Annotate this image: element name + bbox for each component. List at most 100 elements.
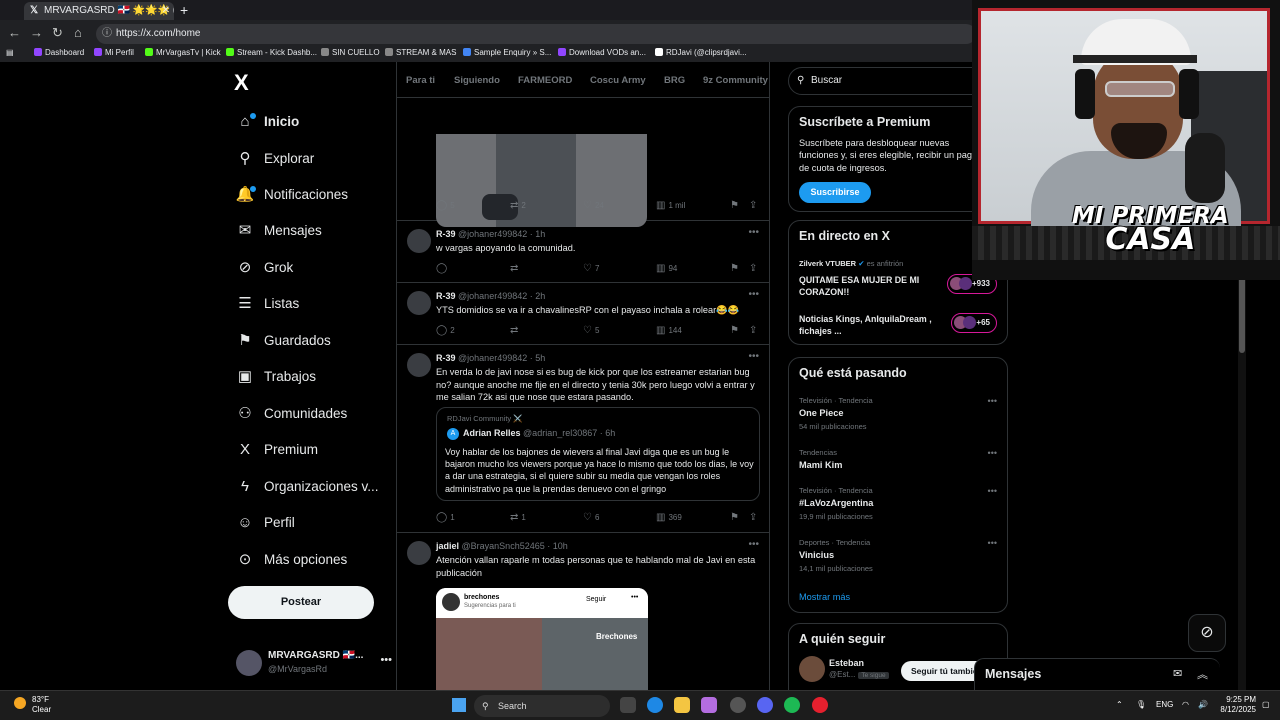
address-bar[interactable]: ⓘ https://x.com/home bbox=[96, 24, 976, 44]
subscribe-button[interactable]: Suscribirse bbox=[799, 182, 871, 203]
x-logo-icon[interactable]: X bbox=[234, 70, 249, 96]
bookmark-item[interactable]: Stream - Kick Dashb... bbox=[226, 48, 317, 57]
browser-tab[interactable]: 𝕏 MRVARGASRD 🇩🇴 🌟🌟🌟 (@M ✕ bbox=[24, 2, 174, 20]
taskbar-search[interactable]: ⚲ Search bbox=[474, 695, 610, 717]
live-item-title[interactable]: QUITAME ESA MUJER DE MI CORAZON!! bbox=[799, 274, 939, 298]
more-icon[interactable]: ••• bbox=[748, 289, 759, 300]
new-message-icon[interactable]: ✉ bbox=[1173, 667, 1182, 680]
like-button[interactable]: ♡ 5 bbox=[583, 325, 599, 336]
bookmark-item[interactable]: RDJavi (@clipsrdjavi... bbox=[655, 48, 747, 57]
more-icon[interactable]: ••• bbox=[988, 396, 997, 406]
bookmark-item[interactable]: MrVargasTv | Kick bbox=[145, 48, 221, 57]
sidebar-item-explorar[interactable]: ⚲ Explorar bbox=[236, 145, 315, 171]
forward-icon[interactable]: → bbox=[30, 25, 43, 40]
share-button[interactable]: ⇪ bbox=[749, 325, 760, 336]
sidebar-item-guardados[interactable]: ⚑ Guardados bbox=[236, 327, 331, 353]
language-indicator[interactable]: ENG bbox=[1156, 700, 1173, 709]
account-switcher[interactable]: MRVARGASRD 🇩🇴... @MrVargasRd ••• bbox=[236, 648, 392, 678]
site-info-icon[interactable]: ⓘ bbox=[102, 24, 112, 44]
live-item-title[interactable]: Noticias Kings, AnIquilaDream , fichajes… bbox=[799, 313, 939, 337]
like-button[interactable]: ♡ 7 bbox=[583, 263, 599, 274]
more-icon[interactable]: ••• bbox=[748, 539, 759, 550]
reply-button[interactable]: ◯ 2 bbox=[436, 325, 455, 336]
share-button[interactable]: ⇪ bbox=[749, 263, 760, 274]
copilot-icon[interactable] bbox=[701, 697, 717, 713]
bookmark-button[interactable]: ⚑ bbox=[730, 263, 742, 274]
notification-icon[interactable]: ▢ bbox=[1262, 700, 1270, 709]
clock[interactable]: 9:25 PM 8/12/2025 bbox=[1216, 695, 1256, 715]
like-button[interactable]: ♡ 6 bbox=[583, 512, 599, 523]
post-button[interactable]: Postear bbox=[228, 586, 374, 619]
home-icon[interactable]: ⌂ bbox=[74, 25, 82, 40]
windows-start-icon[interactable] bbox=[452, 698, 466, 712]
more-icon[interactable]: ••• bbox=[988, 448, 997, 458]
sidebar-item-comunidades[interactable]: ⚇ Comunidades bbox=[236, 400, 347, 426]
reload-icon[interactable]: ↻ bbox=[52, 25, 63, 41]
sidebar-item-grok[interactable]: ⊘ Grok bbox=[236, 254, 294, 280]
tab-farmeord[interactable]: FARMEORD bbox=[518, 75, 572, 86]
trend-name[interactable]: #LaVozArgentina bbox=[799, 498, 873, 508]
repost-button[interactable]: ⇄ bbox=[510, 325, 521, 336]
views-button[interactable]: ▥ 94 bbox=[656, 263, 677, 274]
more-icon[interactable]: ••• bbox=[380, 654, 392, 666]
messages-drawer[interactable]: Mensajes ✉ ︽ bbox=[974, 658, 1220, 690]
sidebar-item-listas[interactable]: ☰ Listas bbox=[236, 290, 299, 316]
sidebar-item-perfil[interactable]: ☺ Perfil bbox=[236, 509, 294, 535]
tweet-media-image[interactable] bbox=[436, 134, 647, 227]
more-icon[interactable]: ••• bbox=[748, 351, 759, 362]
reply-button[interactable]: ◯ 5 bbox=[436, 200, 455, 211]
bookmark-button[interactable]: ⚑ bbox=[730, 325, 742, 336]
tweet[interactable]: R-39 @johaner499842 · 1h ••• w vargas ap… bbox=[397, 221, 769, 283]
obs-icon[interactable] bbox=[730, 697, 746, 713]
edge-icon[interactable] bbox=[647, 697, 663, 713]
bookmark-item[interactable]: STREAM & MAS bbox=[385, 48, 456, 57]
repost-button[interactable]: ⇄ bbox=[510, 263, 521, 274]
task-view-icon[interactable] bbox=[620, 697, 636, 713]
avatar[interactable] bbox=[799, 656, 825, 682]
more-icon[interactable]: ••• bbox=[988, 538, 997, 548]
bookmark-item[interactable]: Download VODs an... bbox=[558, 48, 646, 57]
tweet[interactable]: R-39 @johaner499842 · 5h ••• En verda lo… bbox=[397, 345, 769, 533]
bookmark-item[interactable]: Mi Perfil bbox=[94, 48, 134, 57]
trend-name[interactable]: Vinicius bbox=[799, 550, 834, 560]
more-icon[interactable]: ••• bbox=[748, 227, 759, 238]
sidebar-item-organizaciones-v[interactable]: ϟ Organizaciones v... bbox=[236, 473, 379, 499]
share-button[interactable]: ⇪ bbox=[749, 200, 760, 211]
file-explorer-icon[interactable] bbox=[674, 697, 690, 713]
reply-button[interactable]: ◯ 1 bbox=[436, 512, 455, 523]
volume-icon[interactable]: 🔊 bbox=[1198, 700, 1208, 709]
bookmark-button[interactable]: ⚑ bbox=[730, 512, 742, 523]
views-button[interactable]: ▥ 1 mil bbox=[656, 200, 685, 211]
bookmark-item[interactable]: Sample Enquiry » S... bbox=[463, 48, 551, 57]
share-button[interactable]: ⇪ bbox=[749, 512, 760, 523]
avatar[interactable] bbox=[407, 291, 431, 315]
avatar[interactable] bbox=[407, 229, 431, 253]
chevron-up-icon[interactable]: ︽ bbox=[1197, 666, 1208, 682]
bookmark-button[interactable]: ⚑ bbox=[730, 200, 742, 211]
sidebar-item-inicio[interactable]: ⌂ Inicio bbox=[236, 108, 299, 134]
microphone-icon[interactable]: 🎙 bbox=[1136, 700, 1146, 709]
trend-name[interactable]: Mami Kim bbox=[799, 460, 842, 470]
listener-pill[interactable]: +65 bbox=[951, 313, 997, 333]
sidebar-item-trabajos[interactable]: ▣ Trabajos bbox=[236, 363, 316, 389]
repost-button[interactable]: ⇄ 1 bbox=[510, 512, 526, 523]
sidebar-item-premium[interactable]: X Premium bbox=[236, 436, 318, 462]
opera-icon[interactable] bbox=[812, 697, 828, 713]
sidebar-item-mensajes[interactable]: ✉ Mensajes bbox=[236, 217, 322, 243]
tab-brg[interactable]: BRG bbox=[664, 75, 685, 86]
quoted-tweet[interactable]: RDJavi Community ⚔️ A Adrian Relles @adr… bbox=[436, 407, 760, 501]
bookmarks-menu-icon[interactable]: ▤ bbox=[6, 48, 14, 57]
show-more-link[interactable]: Mostrar más bbox=[799, 592, 850, 602]
repost-button[interactable]: ⇄ 2 bbox=[510, 200, 526, 211]
follow-name[interactable]: Esteban bbox=[829, 658, 864, 668]
tab-coscu-army[interactable]: Coscu Army bbox=[590, 75, 646, 86]
discord-icon[interactable] bbox=[757, 697, 773, 713]
bookmark-item[interactable]: SIN CUELLO bbox=[321, 48, 380, 57]
tweet-media-image[interactable]: brechones Sugerencias para ti Seguir •••… bbox=[436, 588, 648, 690]
live-host[interactable]: Zilverk VTUBER ✔ es anfitrión bbox=[799, 259, 903, 268]
avatar[interactable] bbox=[407, 541, 431, 565]
bookmark-item[interactable]: Dashboard bbox=[34, 48, 84, 57]
quote-community[interactable]: RDJavi Community ⚔️ bbox=[447, 414, 523, 423]
tab-para-ti[interactable]: Para ti bbox=[406, 75, 435, 86]
views-button[interactable]: ▥ 144 bbox=[656, 325, 682, 336]
